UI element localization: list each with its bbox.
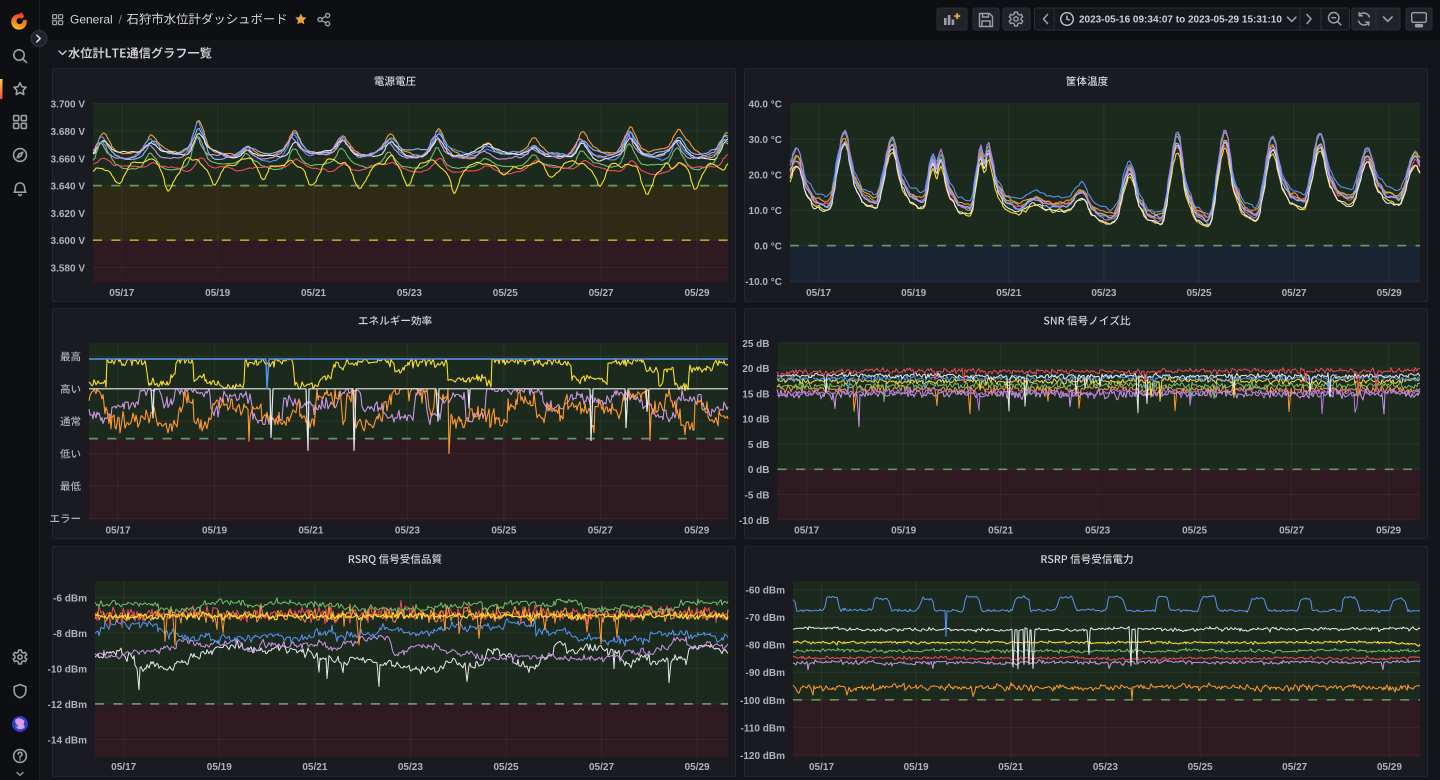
svg-text:05/21: 05/21 xyxy=(298,526,323,537)
svg-text:05/17: 05/17 xyxy=(794,526,819,537)
svg-text:25 dB: 25 dB xyxy=(742,339,769,350)
svg-text:05/21: 05/21 xyxy=(302,762,327,773)
svg-text:05/23: 05/23 xyxy=(398,762,423,773)
svg-text:0 dB: 0 dB xyxy=(748,465,770,476)
svg-text:15 dB: 15 dB xyxy=(742,389,769,400)
svg-text:05/27: 05/27 xyxy=(1282,288,1307,299)
svg-text:05/25: 05/25 xyxy=(491,526,516,537)
svg-text:2023-05-16 09:34:07 to 2023-05: 2023-05-16 09:34:07 to 2023-05-29 15:31:… xyxy=(1079,15,1282,26)
svg-text:3.640 V: 3.640 V xyxy=(51,182,86,193)
svg-text:-12 dBm: -12 dBm xyxy=(48,700,88,711)
svg-text:3.660 V: 3.660 V xyxy=(51,154,86,165)
svg-text:05/19: 05/19 xyxy=(901,288,926,299)
svg-text:-14 dBm: -14 dBm xyxy=(48,735,88,746)
svg-text:05/27: 05/27 xyxy=(589,762,614,773)
svg-text:-80 dBm: -80 dBm xyxy=(746,641,786,652)
svg-text:05/17: 05/17 xyxy=(809,762,834,773)
svg-text:-6 dBm: -6 dBm xyxy=(53,593,87,604)
svg-text:05/25: 05/25 xyxy=(1186,288,1211,299)
svg-text:05/25: 05/25 xyxy=(493,288,518,299)
svg-text:0.0 °C: 0.0 °C xyxy=(754,242,782,253)
svg-text:-5 dB: -5 dB xyxy=(745,491,770,502)
svg-text:5 dB: 5 dB xyxy=(748,440,770,451)
svg-text:05/21: 05/21 xyxy=(998,762,1023,773)
svg-text:3.600 V: 3.600 V xyxy=(51,236,86,247)
svg-text:05/17: 05/17 xyxy=(105,526,130,537)
svg-text:05/19: 05/19 xyxy=(891,526,916,537)
svg-text:3.680 V: 3.680 V xyxy=(51,127,86,138)
svg-text:05/27: 05/27 xyxy=(1279,526,1304,537)
svg-text:05/29: 05/29 xyxy=(1377,288,1402,299)
svg-text:05/23: 05/23 xyxy=(395,526,420,537)
svg-text:05/17: 05/17 xyxy=(111,762,136,773)
svg-text:-10.0 °C: -10.0 °C xyxy=(745,277,782,288)
svg-text:/: / xyxy=(119,13,123,27)
svg-text:-10 dB: -10 dB xyxy=(739,516,770,527)
svg-text:-70 dBm: -70 dBm xyxy=(746,613,786,624)
svg-text:10 dB: 10 dB xyxy=(742,415,769,426)
svg-text:05/23: 05/23 xyxy=(397,288,422,299)
svg-text:-8 dBm: -8 dBm xyxy=(53,629,87,640)
svg-text:10.0 °C: 10.0 °C xyxy=(749,206,782,217)
svg-text:3.580 V: 3.580 V xyxy=(51,264,86,275)
svg-text:05/23: 05/23 xyxy=(1085,526,1110,537)
svg-text:40.0 °C: 40.0 °C xyxy=(749,100,782,111)
svg-text:05/23: 05/23 xyxy=(1093,762,1118,773)
svg-text:-90 dBm: -90 dBm xyxy=(746,668,786,679)
svg-text:05/27: 05/27 xyxy=(589,288,614,299)
svg-text:05/19: 05/19 xyxy=(207,762,232,773)
svg-text:05/19: 05/19 xyxy=(202,526,227,537)
svg-text:3.620 V: 3.620 V xyxy=(51,209,86,220)
svg-text:05/19: 05/19 xyxy=(904,762,929,773)
svg-text:05/25: 05/25 xyxy=(1188,762,1213,773)
svg-text:-120 dBm: -120 dBm xyxy=(740,751,785,762)
svg-text:05/29: 05/29 xyxy=(685,762,710,773)
svg-text:General: General xyxy=(70,13,113,27)
svg-text:05/25: 05/25 xyxy=(1182,526,1207,537)
svg-text:3.700 V: 3.700 V xyxy=(51,100,86,111)
svg-text:05/19: 05/19 xyxy=(205,288,230,299)
svg-text:05/27: 05/27 xyxy=(588,526,613,537)
svg-text:05/17: 05/17 xyxy=(806,288,831,299)
svg-text:05/23: 05/23 xyxy=(1091,288,1116,299)
svg-text:05/17: 05/17 xyxy=(109,288,134,299)
svg-text:05/29: 05/29 xyxy=(1377,762,1402,773)
svg-text:-100 dBm: -100 dBm xyxy=(740,696,785,707)
svg-text:05/29: 05/29 xyxy=(1376,526,1401,537)
svg-text:-110 dBm: -110 dBm xyxy=(741,723,786,734)
svg-text:-60 dBm: -60 dBm xyxy=(746,586,786,597)
svg-text:05/21: 05/21 xyxy=(988,526,1013,537)
svg-text:30.0 °C: 30.0 °C xyxy=(749,135,782,146)
svg-text:20 dB: 20 dB xyxy=(742,364,769,375)
svg-text:05/25: 05/25 xyxy=(493,762,518,773)
svg-text:05/21: 05/21 xyxy=(301,288,326,299)
svg-text:05/29: 05/29 xyxy=(684,288,709,299)
svg-text:-10 dBm: -10 dBm xyxy=(48,664,88,675)
svg-text:20.0 °C: 20.0 °C xyxy=(749,171,782,182)
svg-text:05/21: 05/21 xyxy=(996,288,1021,299)
svg-text:05/27: 05/27 xyxy=(1282,762,1307,773)
svg-text:05/29: 05/29 xyxy=(684,526,709,537)
